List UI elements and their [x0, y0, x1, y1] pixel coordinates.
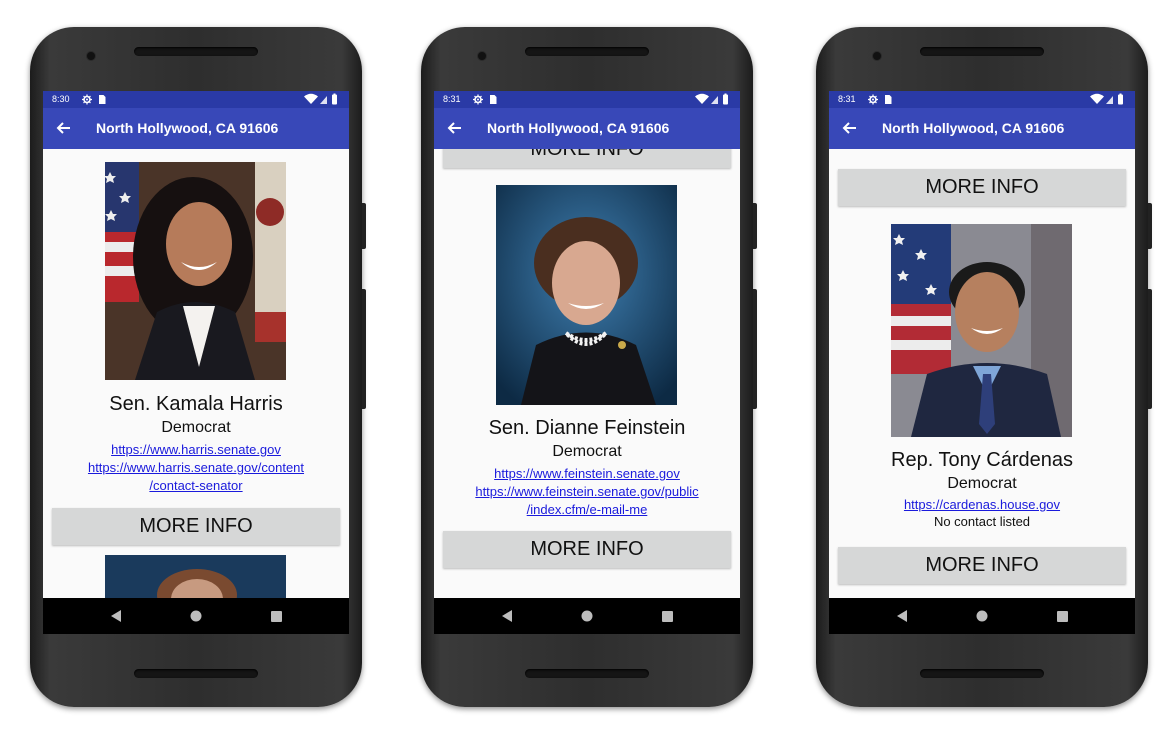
- no-contact-text: No contact listed: [933, 514, 1031, 529]
- rep-party: Democrat: [161, 419, 231, 436]
- rep-photo: [105, 162, 286, 380]
- page-title: North Hollywood, CA 91606: [96, 120, 279, 136]
- nav-bar: [829, 598, 1135, 634]
- phone-1: 8:30 North Hollywood, CA 91606 Sen. Kama…: [30, 27, 366, 707]
- battery-icon: [693, 91, 731, 108]
- rep-name: Rep. Tony Cárdenas: [891, 449, 1073, 471]
- power-key: [1148, 203, 1152, 249]
- rep-photo: [496, 185, 677, 405]
- phone-3: 8:31 North Hollywood, CA 91606 MORE INFO: [816, 27, 1152, 707]
- page-title: North Hollywood, CA 91606: [487, 120, 670, 136]
- more-info-button[interactable]: MORE INFO: [443, 531, 731, 568]
- app-bar: North Hollywood, CA 91606: [434, 108, 740, 149]
- rep-party: Democrat: [947, 475, 1017, 492]
- status-time: 8:31: [838, 94, 856, 104]
- app-bar: North Hollywood, CA 91606: [43, 108, 349, 149]
- gear-icon: [81, 91, 111, 108]
- battery-icon: [1088, 91, 1126, 108]
- home-circle-icon[interactable]: [829, 608, 1135, 624]
- front-camera: [872, 51, 882, 61]
- back-arrow-icon[interactable]: [55, 120, 71, 136]
- contact-link-line2[interactable]: /contact-senator: [43, 477, 349, 494]
- status-time: 8:31: [443, 94, 461, 104]
- rep-list[interactable]: Sen. Kamala Harris Democrat https://www.…: [43, 149, 349, 598]
- app-bar: North Hollywood, CA 91606: [829, 108, 1135, 149]
- rep-name: Sen. Dianne Feinstein: [488, 417, 686, 439]
- rep-list[interactable]: MORE INFO: [829, 149, 1135, 598]
- gear-icon: [867, 91, 897, 108]
- back-arrow-icon[interactable]: [841, 120, 857, 136]
- home-circle-icon[interactable]: [434, 608, 740, 624]
- more-info-button[interactable]: MORE INFO: [838, 547, 1126, 584]
- earpiece-speaker: [525, 47, 649, 56]
- earpiece-speaker: [920, 47, 1044, 56]
- screen: 8:31 North Hollywood, CA 91606 MORE INFO: [434, 91, 740, 634]
- website-link[interactable]: https://www.feinstein.senate.gov: [434, 465, 740, 482]
- home-circle-icon[interactable]: [43, 608, 349, 624]
- website-link[interactable]: https://cardenas.house.gov: [829, 496, 1135, 513]
- contact-link-line2[interactable]: /index.cfm/e-mail-me: [434, 501, 740, 518]
- bottom-speaker: [134, 669, 258, 678]
- bottom-speaker: [920, 669, 1044, 678]
- nav-bar: [434, 598, 740, 634]
- more-info-button[interactable]: MORE INFO: [52, 508, 340, 545]
- nav-bar: [43, 598, 349, 634]
- contact-link-line1[interactable]: https://www.harris.senate.gov/content: [43, 459, 349, 476]
- rep-list[interactable]: MORE INFO: [434, 149, 740, 598]
- status-time: 8:30: [52, 94, 70, 104]
- battery-icon: [302, 91, 340, 108]
- volume-key: [753, 289, 757, 409]
- more-info-button-previous[interactable]: MORE INFO: [443, 149, 731, 168]
- earpiece-speaker: [134, 47, 258, 56]
- bottom-speaker: [525, 669, 649, 678]
- back-arrow-icon[interactable]: [446, 120, 462, 136]
- gear-icon: [472, 91, 502, 108]
- more-info-button-previous[interactable]: MORE INFO: [838, 169, 1126, 206]
- rep-photo: [891, 224, 1072, 437]
- contact-link-line1[interactable]: https://www.feinstein.senate.gov/public: [434, 483, 740, 500]
- status-bar: 8:30: [43, 91, 349, 108]
- page-title: North Hollywood, CA 91606: [882, 120, 1065, 136]
- rep-name: Sen. Kamala Harris: [109, 393, 283, 415]
- screen: 8:31 North Hollywood, CA 91606 MORE INFO: [829, 91, 1135, 634]
- volume-key: [362, 289, 366, 409]
- volume-key: [1148, 289, 1152, 409]
- status-bar: 8:31: [829, 91, 1135, 108]
- next-rep-photo: [105, 555, 286, 598]
- phone-2: 8:31 North Hollywood, CA 91606 MORE INFO: [421, 27, 757, 707]
- website-link[interactable]: https://www.harris.senate.gov: [43, 441, 349, 458]
- rep-party: Democrat: [552, 443, 622, 460]
- power-key: [362, 203, 366, 249]
- front-camera: [477, 51, 487, 61]
- screen: 8:30 North Hollywood, CA 91606 Sen. Kama…: [43, 91, 349, 634]
- power-key: [753, 203, 757, 249]
- status-bar: 8:31: [434, 91, 740, 108]
- front-camera: [86, 51, 96, 61]
